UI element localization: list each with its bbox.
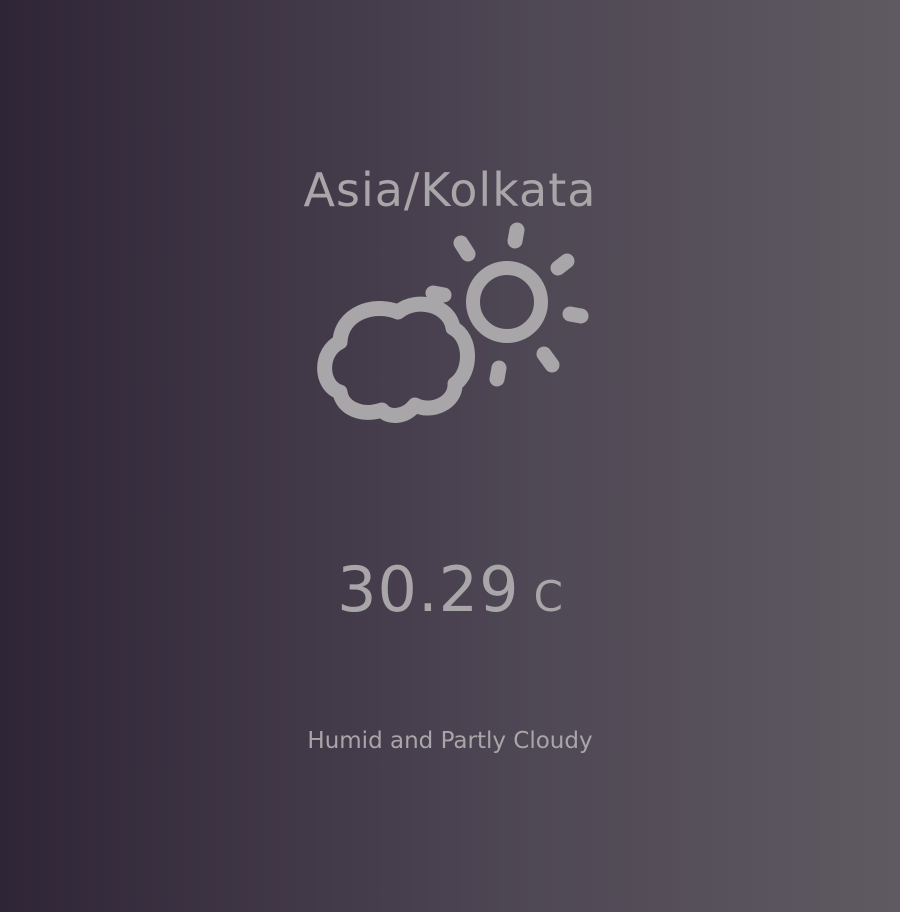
temperature-unit: C [533,572,563,621]
temperature-value: 30.29 [337,553,520,626]
temperature-display: 30.29 C [0,552,900,635]
weather-condition: Humid and Partly Cloudy [307,728,593,754]
timezone-label: Asia/Kolkata [303,163,597,217]
partly-cloudy-day-icon [317,222,589,423]
weather-screen: Asia/Kolkata 30.29 C Humid and Partly Clo… [0,0,900,912]
